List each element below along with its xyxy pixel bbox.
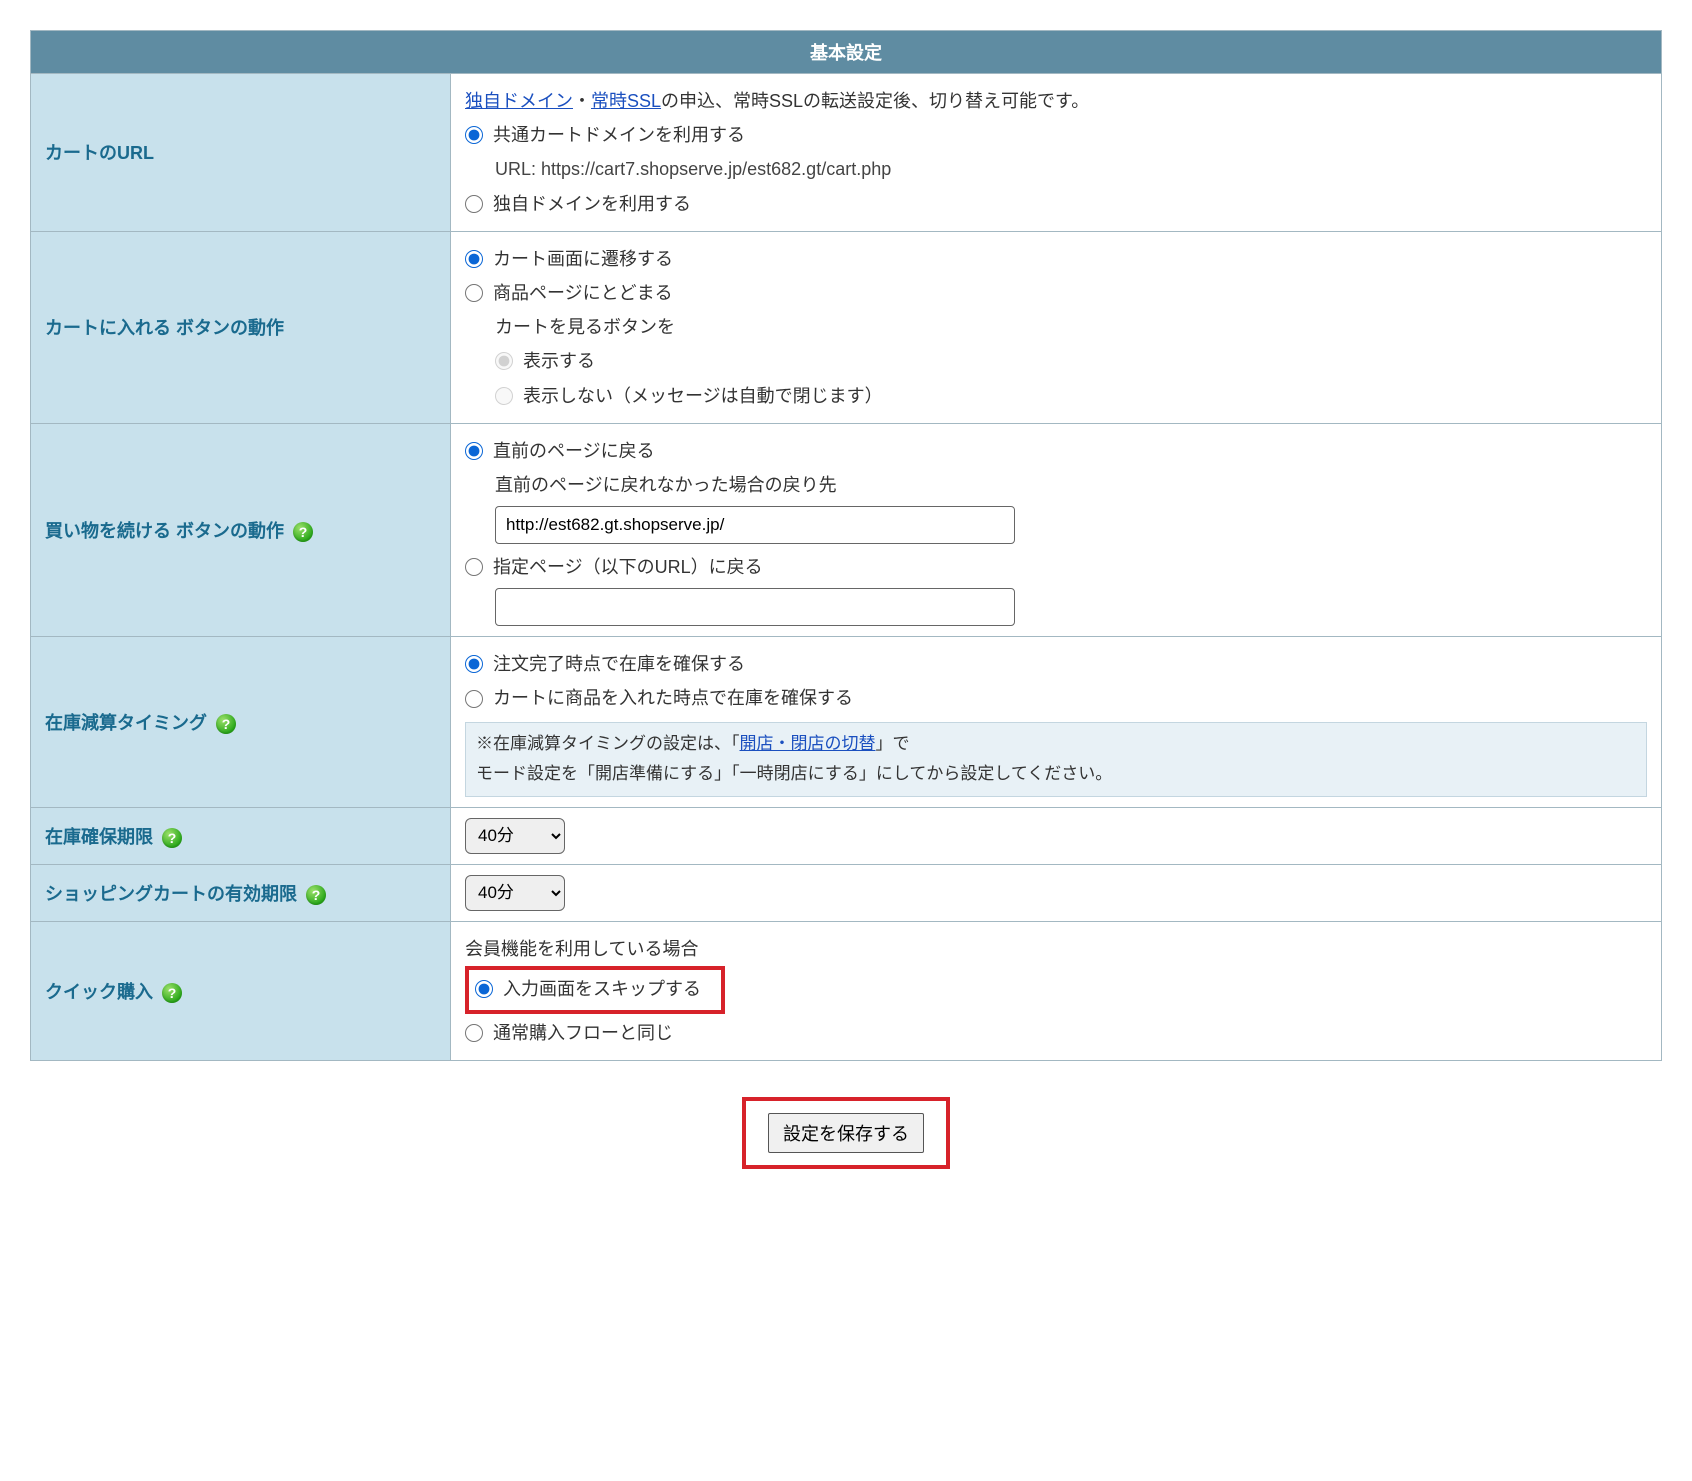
cart-url-desc: の申込、常時SSLの転送設定後、切り替え可能です。: [661, 91, 1089, 111]
help-icon[interactable]: ?: [293, 522, 313, 542]
help-icon[interactable]: ?: [162, 983, 182, 1003]
row-cart-url-label: カートのURL: [31, 74, 451, 232]
row-continue-value: 直前のページに戻る 直前のページに戻れなかった場合の戻り先 指定ページ（以下のU…: [451, 423, 1662, 637]
stock-note-post: 」で: [876, 734, 910, 753]
radio-stock-oncart-label: カートに商品を入れた時点で在庫を確保する: [493, 681, 853, 715]
radio-cont-fixed[interactable]: [465, 558, 483, 576]
sep-dot: ・: [573, 91, 591, 111]
radio-cartbtn-show: [495, 352, 513, 370]
help-icon[interactable]: ?: [216, 714, 236, 734]
radio-stock-oncomplete[interactable]: [465, 655, 483, 673]
row-cart-button-value: カート画面に遷移する 商品ページにとどまる カートを見るボタンを 表示する 表示…: [451, 231, 1662, 423]
radio-quick-skip-label: 入力画面をスキップする: [503, 972, 701, 1006]
row-quick-label-text: クイック購入: [45, 982, 153, 1002]
radio-cartbtn-goto[interactable]: [465, 250, 483, 268]
row-cartlimit-label: ショッピングカートの有効期限 ?: [31, 864, 451, 921]
radio-cart-url-shared[interactable]: [465, 126, 483, 144]
radio-cart-url-own-label: 独自ドメインを利用する: [493, 187, 691, 221]
radio-quick-skip[interactable]: [475, 980, 493, 998]
stock-note-line2: モード設定を「開店準備にする」「一時閉店にする」にしてから設定してください。: [476, 764, 1112, 783]
basic-settings-table: 基本設定 カートのURL 独自ドメイン・常時SSLの申込、常時SSLの転送設定後…: [30, 30, 1662, 1061]
radio-quick-normal[interactable]: [465, 1024, 483, 1042]
row-stock-value: 注文完了時点で在庫を確保する カートに商品を入れた時点で在庫を確保する ※在庫減…: [451, 637, 1662, 808]
row-cart-url-value: 独自ドメイン・常時SSLの申込、常時SSLの転送設定後、切り替え可能です。 共通…: [451, 74, 1662, 232]
row-quick-label: クイック購入 ?: [31, 921, 451, 1061]
input-cont-fallback-url[interactable]: [495, 506, 1015, 544]
row-cart-button-label: カートに入れる ボタンの動作: [31, 231, 451, 423]
radio-cartbtn-hide-label: 表示しない（メッセージは自動で閉じます）: [523, 379, 883, 413]
row-continue-label: 買い物を続ける ボタンの動作 ?: [31, 423, 451, 637]
row-stock-label: 在庫減算タイミング ?: [31, 637, 451, 808]
radio-cont-back-label: 直前のページに戻る: [493, 434, 655, 468]
footer: 設定を保存する: [30, 1097, 1662, 1169]
cartbtn-sub-label: カートを見るボタンを: [495, 310, 1647, 344]
link-always-ssl[interactable]: 常時SSL: [591, 91, 661, 111]
row-stocklimit-label-text: 在庫確保期限: [45, 827, 153, 847]
radio-cont-back[interactable]: [465, 442, 483, 460]
radio-cartbtn-stay-label: 商品ページにとどまる: [493, 276, 673, 310]
select-cartlimit[interactable]: 40分: [465, 875, 565, 911]
stock-note: ※在庫減算タイミングの設定は、「開店・閉店の切替」で モード設定を「開店準備にす…: [465, 722, 1647, 797]
cart-url-label: URL:: [495, 159, 536, 179]
link-own-domain[interactable]: 独自ドメイン: [465, 91, 573, 111]
save-highlight: 設定を保存する: [742, 1097, 950, 1169]
input-cont-fixed-url[interactable]: [495, 588, 1015, 626]
radio-cartbtn-goto-label: カート画面に遷移する: [493, 242, 673, 276]
cont-sublabel: 直前のページに戻れなかった場合の戻り先: [495, 468, 1647, 502]
quick-desc: 会員機能を利用している場合: [465, 932, 1647, 966]
row-stock-label-text: 在庫減算タイミング: [45, 713, 207, 733]
radio-stock-oncart[interactable]: [465, 690, 483, 708]
radio-cont-fixed-label: 指定ページ（以下のURL）に戻る: [493, 550, 763, 584]
row-continue-label-text: 買い物を続ける ボタンの動作: [45, 521, 284, 541]
radio-cartbtn-hide: [495, 387, 513, 405]
cart-url-value: https://cart7.shopserve.jp/est682.gt/car…: [541, 159, 891, 179]
settings-header: 基本設定: [31, 31, 1662, 74]
select-stocklimit[interactable]: 40分: [465, 818, 565, 854]
help-icon[interactable]: ?: [162, 828, 182, 848]
stock-note-pre: ※在庫減算タイミングの設定は、「: [476, 734, 740, 753]
radio-quick-normal-label: 通常購入フローと同じ: [493, 1016, 673, 1050]
link-open-close[interactable]: 開店・閉店の切替: [740, 734, 876, 753]
quick-highlight: 入力画面をスキップする: [465, 966, 725, 1014]
radio-cartbtn-stay[interactable]: [465, 284, 483, 302]
save-button[interactable]: 設定を保存する: [768, 1113, 924, 1153]
row-cartlimit-value: 40分: [451, 864, 1662, 921]
radio-stock-oncomplete-label: 注文完了時点で在庫を確保する: [493, 647, 745, 681]
row-cartlimit-label-text: ショッピングカートの有効期限: [45, 884, 297, 904]
row-quick-value: 会員機能を利用している場合 入力画面をスキップする 通常購入フローと同じ: [451, 921, 1662, 1061]
radio-cart-url-own[interactable]: [465, 195, 483, 213]
row-stocklimit-label: 在庫確保期限 ?: [31, 807, 451, 864]
radio-cart-url-shared-label: 共通カートドメインを利用する: [493, 118, 745, 152]
row-stocklimit-value: 40分: [451, 807, 1662, 864]
radio-cartbtn-show-label: 表示する: [523, 344, 595, 378]
help-icon[interactable]: ?: [306, 885, 326, 905]
